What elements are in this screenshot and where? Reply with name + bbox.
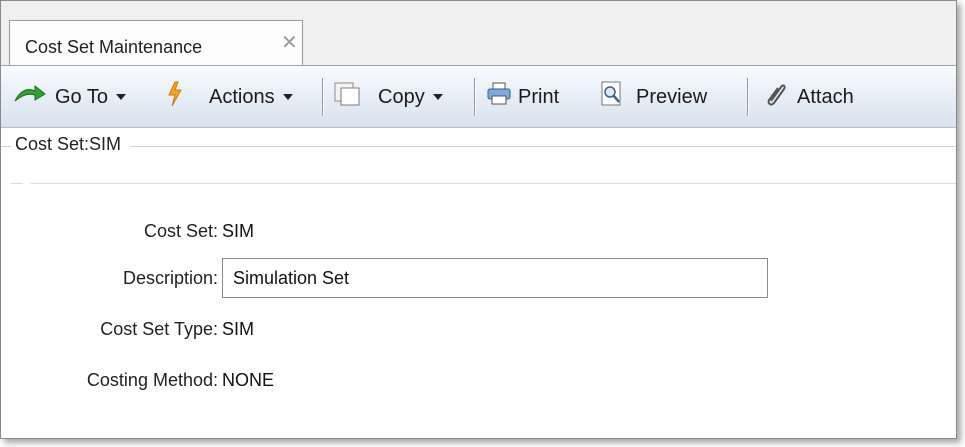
attach-button[interactable]: Attach (764, 82, 854, 112)
printer-icon (486, 82, 512, 112)
attach-label: Attach (797, 85, 854, 108)
cost-set-type-value: SIM (222, 319, 255, 339)
cost-set-value: SIM (222, 221, 255, 241)
costing-method-label: Costing Method: (86, 370, 218, 390)
toolbar-separator (322, 78, 323, 116)
copy-button[interactable]: Copy (332, 82, 443, 112)
description-input[interactable] (222, 258, 768, 298)
toolbar-separator (747, 78, 748, 116)
chevron-down-icon (116, 94, 126, 100)
description-label: Description: (122, 268, 218, 288)
cost-set-type-label: Cost Set Type: (100, 319, 218, 339)
green-arrow-icon (13, 83, 47, 111)
paperclip-icon (764, 81, 788, 113)
close-icon[interactable]: ✕ (281, 33, 298, 53)
toolbar: Go To Actions Copy Print Preview Attach (1, 65, 956, 128)
print-button[interactable]: Print (486, 82, 559, 112)
group-border (1, 146, 956, 147)
actions-label: Actions (209, 85, 275, 108)
goto-label: Go To (55, 85, 108, 108)
costing-method-value: NONE (222, 370, 275, 390)
chevron-down-icon (282, 94, 293, 100)
tab-label: Cost Set Maintenance (25, 37, 203, 57)
cost-set-maintenance-window: Cost Set Maintenance ✕ Go To Actions Cop… (0, 0, 957, 439)
copy-label: Copy (378, 85, 425, 108)
divider (11, 183, 23, 184)
toolbar-separator (474, 78, 475, 116)
preview-button[interactable]: Preview (600, 81, 708, 113)
copy-icon (332, 81, 362, 113)
tab-cost-set-maintenance[interactable]: Cost Set Maintenance ✕ (9, 20, 303, 65)
chevron-down-icon (432, 94, 443, 100)
tab-strip: Cost Set Maintenance ✕ (1, 1, 956, 65)
actions-button[interactable]: Actions (167, 81, 293, 113)
preview-label: Preview (636, 85, 708, 108)
goto-button[interactable]: Go To (13, 82, 126, 112)
lightning-icon (167, 81, 183, 113)
print-label: Print (518, 85, 560, 108)
divider (31, 183, 956, 184)
group-title: Cost Set:SIM (11, 134, 132, 155)
preview-icon (600, 81, 624, 113)
cost-set-label: Cost Set: (143, 221, 218, 241)
